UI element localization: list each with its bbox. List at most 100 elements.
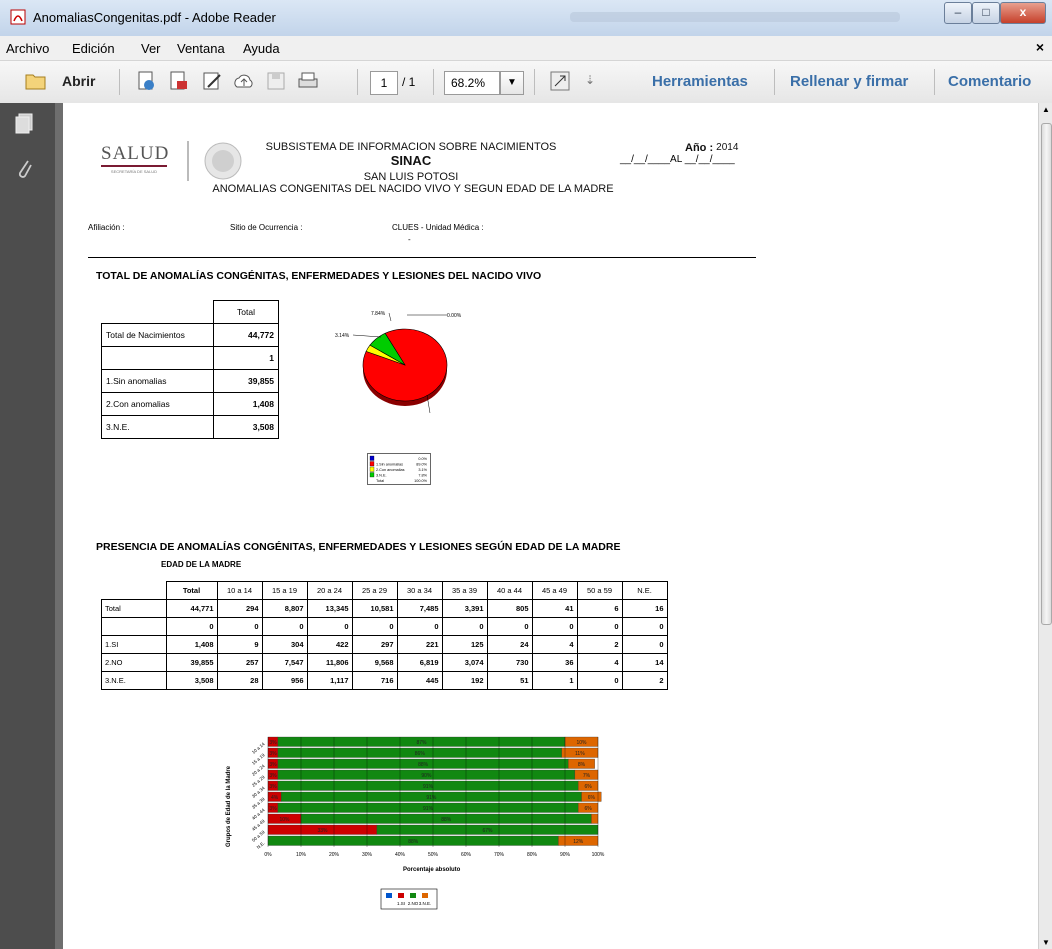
table-cell: 0: [621, 635, 668, 654]
menu-archivo[interactable]: Archivo: [6, 41, 49, 56]
year-block: Año : 2014: [685, 142, 738, 154]
table-cell: 422: [306, 635, 353, 654]
section2-subtitle: EDAD DE LA MADRE: [161, 560, 242, 569]
table-row: 1.SI 1,408 9 304 422 297 221 125 24 4 2 0: [101, 635, 668, 654]
page-number-input[interactable]: 1: [370, 71, 398, 95]
table-row: Total 44,771 294 8,807 13,345 10,581 7,485 3,39…: [101, 599, 668, 618]
table-cell: 805: [486, 599, 533, 618]
legend-label: 1.SI: [397, 901, 405, 906]
x-tick-label: 90%: [560, 852, 571, 858]
table-cell: 9: [216, 635, 263, 654]
bar-data-label: 12%: [573, 839, 584, 845]
legend-box: [380, 888, 438, 910]
category-tick-label: 10 a 14: [251, 741, 266, 755]
pdf-page: SALUD SECRETARÍA DE SALUD SUBSISTEMA DE …: [63, 103, 1038, 949]
table-row: 2.Con anomalias 1,408: [101, 392, 279, 416]
table-cell: 716: [351, 671, 398, 690]
table-cell: 0: [621, 617, 668, 636]
menu-ayuda[interactable]: Ayuda: [243, 41, 280, 56]
bar-data-label: 88%: [418, 762, 429, 768]
menu-edicion[interactable]: Edición: [72, 41, 115, 56]
bar-data-label: 87%: [416, 740, 427, 746]
bar-data-label: 67%: [482, 828, 493, 834]
close-button[interactable]: x: [1000, 2, 1046, 24]
summary-col-header: Total: [213, 300, 279, 324]
date-range: __/__/____AL __/__/____: [620, 154, 735, 165]
table-cell: 3,074: [441, 653, 488, 672]
close-document-button[interactable]: ×: [1036, 39, 1044, 55]
separator: [433, 69, 434, 95]
comment-link[interactable]: Comentario: [948, 73, 1031, 90]
open-folder-icon[interactable]: [24, 69, 48, 93]
x-tick-label: 80%: [527, 852, 538, 858]
table-cell: 192: [441, 671, 488, 690]
bar-data-label: 3%: [269, 751, 277, 757]
bar-data-label: 3%: [269, 806, 277, 812]
upload-cloud-icon[interactable]: [232, 69, 256, 93]
page-thumbnails-icon[interactable]: [14, 113, 34, 135]
legend-swatch: [369, 461, 375, 467]
menu-ventana[interactable]: Ventana: [177, 41, 225, 56]
table-cell: 730: [486, 653, 533, 672]
legend-swatch: [410, 893, 416, 898]
table-cell: 125: [441, 635, 488, 654]
zoom-input[interactable]: 68.2%: [444, 71, 500, 95]
filter-clues: CLUES - Unidad Médica :: [392, 223, 484, 232]
table-cell: 13,345: [306, 599, 353, 618]
column-header: 35 a 39: [441, 581, 488, 600]
window-title: AnomaliasCongenitas.pdf - Adobe Reader: [33, 10, 276, 25]
row-label: Total de Nacimientos: [101, 323, 214, 347]
print-icon[interactable]: [296, 69, 320, 93]
header-report-title: ANOMALIAS CONGENITAS DEL NACIDO VIVO Y S…: [212, 183, 614, 195]
table-cell: 0: [261, 617, 308, 636]
bar-data-label: 6%: [584, 806, 592, 812]
fullscreen-icon[interactable]: [548, 69, 572, 93]
save-icon[interactable]: [264, 69, 288, 93]
scroll-thumb[interactable]: [1041, 123, 1052, 625]
tools-link[interactable]: Herramientas: [652, 73, 748, 90]
create-pdf-icon[interactable]: [134, 69, 158, 93]
logo-divider: [187, 141, 189, 181]
legend-swatch: [369, 466, 375, 472]
more-tools-icon[interactable]: ⇣: [585, 73, 595, 87]
table-cell: 8,807: [261, 599, 308, 618]
bar-data-label: 7%: [583, 773, 591, 779]
x-tick-label: 10%: [296, 852, 307, 858]
table-cell: 221: [396, 635, 443, 654]
x-tick-label: 100%: [592, 852, 605, 858]
attachments-paperclip-icon[interactable]: [14, 155, 34, 181]
logo-sub: SECRETARÍA DE SALUD: [110, 169, 158, 174]
export-pdf-icon[interactable]: [166, 69, 190, 93]
legend-value: 0.0%: [418, 457, 427, 461]
bar-segment: [591, 813, 599, 824]
sign-icon[interactable]: [200, 69, 224, 93]
maximize-button[interactable]: □: [972, 2, 1000, 24]
menu-ver[interactable]: Ver: [141, 41, 161, 56]
table-cell: 9,568: [351, 653, 398, 672]
minimize-button[interactable]: –: [944, 2, 972, 24]
open-button[interactable]: Abrir: [62, 73, 95, 89]
table-row: 3.N.E. 3,508 28 956 1,117 716 445 192 51 1 0 2: [101, 671, 668, 690]
table-cell: 6,819: [396, 653, 443, 672]
scroll-down-icon[interactable]: ▼: [1042, 938, 1050, 947]
section2-title: PRESENCIA DE ANOMALÍAS CONGÉNITAS, ENFER…: [96, 541, 621, 553]
table-cell: 4: [576, 653, 623, 672]
separator: [534, 69, 535, 95]
bar-data-label: 88%: [441, 817, 452, 823]
scroll-up-icon[interactable]: ▲: [1042, 105, 1050, 114]
zoom-dropdown-chevron-icon[interactable]: ▼: [500, 71, 524, 95]
row-value: 3,508: [213, 415, 279, 439]
column-header: N.E.: [621, 581, 668, 600]
header-line1: SUBSISTEMA DE INFORMACION SOBRE NACIMIEN…: [265, 141, 557, 153]
legend-value: 100.0%: [414, 479, 428, 483]
fill-sign-link[interactable]: Rellenar y firmar: [790, 73, 908, 90]
bar-data-label: 90%: [421, 773, 432, 779]
bar-data-label: 6%: [584, 784, 592, 790]
bar-data-label: 88%: [408, 839, 419, 845]
row-value: 44,772: [213, 323, 279, 347]
filter-sitio: Sitio de Ocurrencia :: [230, 223, 303, 232]
table-row: Total de Nacimientos 44,772: [101, 323, 279, 347]
separator: [934, 69, 935, 95]
vertical-scrollbar[interactable]: ▲ ▼: [1038, 103, 1052, 949]
table-cell: 304: [261, 635, 308, 654]
